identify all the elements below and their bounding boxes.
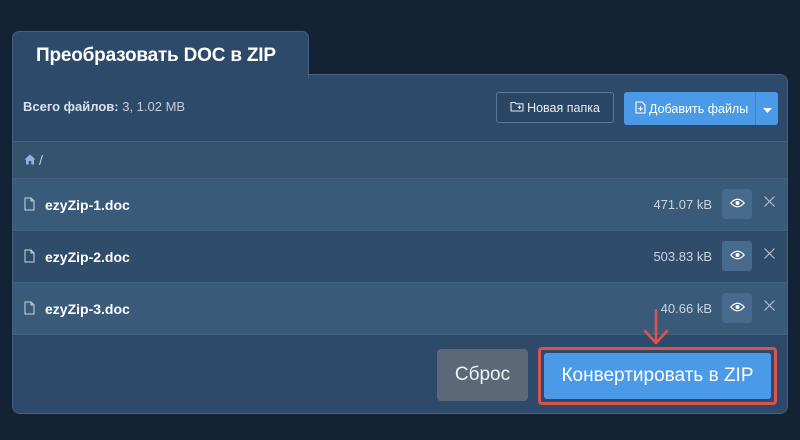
add-files-dropdown[interactable] [755,92,778,125]
file-icon [24,197,35,216]
file-icon [24,301,35,320]
new-folder-button[interactable]: Новая папка [496,92,614,123]
file-plus-icon [635,100,646,117]
file-icon [24,249,35,268]
add-files-label: Добавить файлы [649,101,749,116]
preview-button[interactable] [722,293,752,323]
eye-icon [729,247,745,265]
file-size: 471.07 kB [653,197,712,212]
tab-title: Преобразовать DOC в ZIP [36,45,276,66]
file-name: ezyZip-3.doc [45,301,130,317]
file-size: 503.83 kB [653,249,712,264]
remove-file-button[interactable] [760,298,778,316]
reset-button[interactable]: Сброс [437,349,528,401]
close-icon [763,298,775,316]
close-icon [763,246,775,264]
close-icon [763,194,775,212]
file-row: ezyZip-1.doc 471.07 kB [13,179,787,231]
arrow-down-icon [641,308,671,347]
eye-icon [729,195,745,213]
file-row: ezyZip-2.doc 503.83 kB [13,231,787,283]
add-files-button[interactable]: Добавить файлы [624,92,778,125]
preview-button[interactable] [722,189,752,219]
remove-file-button[interactable] [760,194,778,212]
new-folder-label: Новая папка [527,100,600,115]
convert-highlight: Конвертировать в ZIP [538,347,777,405]
summary-value: 3, 1.02 MB [122,99,186,114]
file-name: ezyZip-2.doc [45,249,130,265]
file-panel: Всего файлов: 3, 1.02 MB Новая папка Доб… [12,74,788,414]
home-icon[interactable] [24,152,36,168]
breadcrumb: / [13,141,787,179]
add-files-main[interactable]: Добавить файлы [624,92,755,125]
files-summary: Всего файлов: 3, 1.02 MB [23,99,185,114]
panel-tab[interactable]: Преобразовать DOC в ZIP [12,31,309,79]
convert-button[interactable]: Конвертировать в ZIP [544,353,771,399]
folder-plus-icon [510,100,524,115]
chevron-down-icon [762,102,772,116]
remove-file-button[interactable] [760,246,778,264]
summary-label: Всего файлов: [23,99,119,114]
preview-button[interactable] [722,241,752,271]
file-name: ezyZip-1.doc [45,197,130,213]
eye-icon [729,299,745,317]
breadcrumb-path: / [39,152,43,168]
